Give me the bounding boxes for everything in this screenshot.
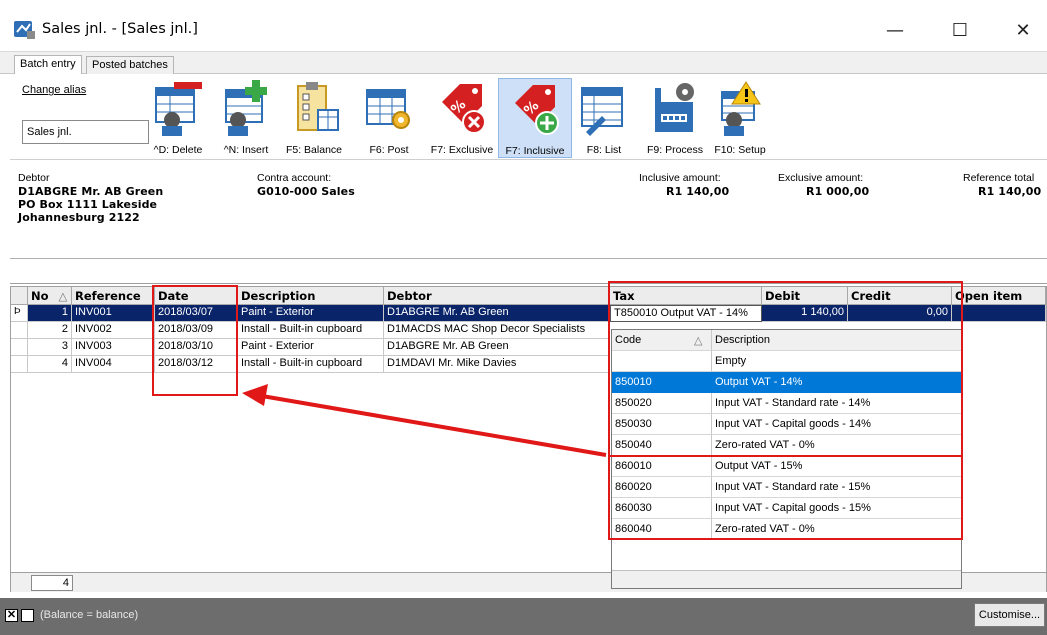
- customise-button[interactable]: Customise...: [974, 603, 1045, 627]
- checkbox-unchecked[interactable]: [21, 609, 34, 622]
- status-bar: ✕ (Balance = balance): [0, 598, 1047, 635]
- balance-status-text: (Balance = balance): [40, 609, 139, 621]
- annotation-arrow: [242, 384, 607, 457]
- checkbox-checked[interactable]: ✕: [5, 609, 18, 622]
